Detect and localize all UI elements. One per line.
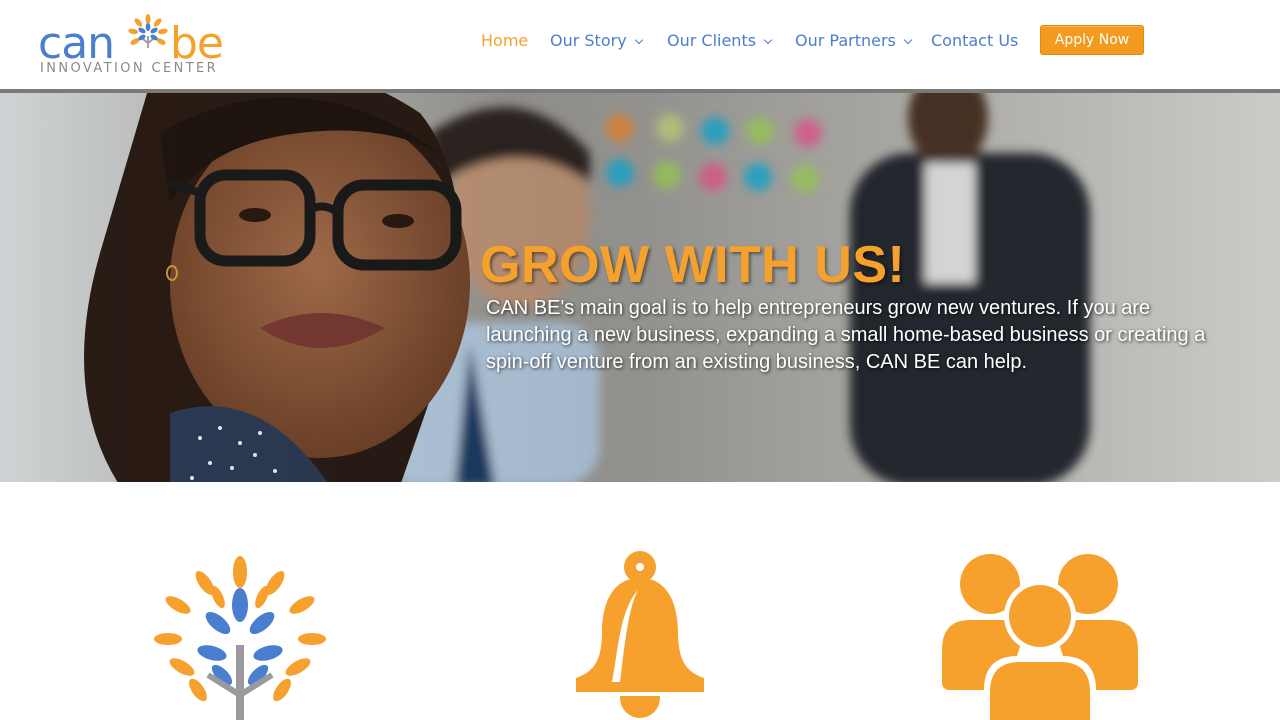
tree-icon: [154, 556, 326, 720]
chevron-down-icon: [903, 35, 913, 45]
nav-item-label: Home: [481, 31, 529, 50]
nav-item-label: Our Partners: [795, 31, 896, 50]
people-icon: [942, 554, 1138, 720]
site-header: can be INNOVATION CENTER Home Our Story …: [0, 0, 1280, 89]
hero-banner: GROW WITH US! CAN BE's main goal is to h…: [0, 89, 1280, 482]
feature-bell: [568, 550, 712, 720]
nav-item-label: Our Story: [550, 31, 627, 50]
logo-word-can: can: [38, 18, 115, 69]
nav-item-label: Our Clients: [667, 31, 757, 50]
chevron-down-icon: [634, 35, 643, 45]
hero-description: CAN BE's main goal is to help entreprene…: [486, 297, 1206, 373]
nav-item-our-clients[interactable]: Our Clients: [667, 30, 773, 52]
nav-item-label: Contact Us: [931, 31, 1019, 50]
nav-item-our-story[interactable]: Our Story: [550, 30, 643, 52]
flower-icon: [128, 14, 168, 48]
feature-people: [940, 550, 1140, 720]
bell-icon: [576, 551, 704, 718]
chevron-down-icon: [763, 35, 773, 45]
logo-subtitle: INNOVATION CENTER: [40, 61, 219, 76]
hero-title: GROW WITH US!: [480, 236, 906, 294]
feature-tree: [150, 550, 330, 720]
apply-now-button[interactable]: Apply Now: [1040, 25, 1144, 55]
nav-item-contact-us[interactable]: Contact Us: [931, 30, 1018, 52]
nav-item-home[interactable]: Home: [481, 30, 528, 52]
nav-item-our-partners[interactable]: Our Partners: [795, 30, 913, 52]
can-be-logo[interactable]: can be INNOVATION CENTER: [38, 8, 238, 80]
logo-word-be: be: [170, 18, 224, 69]
